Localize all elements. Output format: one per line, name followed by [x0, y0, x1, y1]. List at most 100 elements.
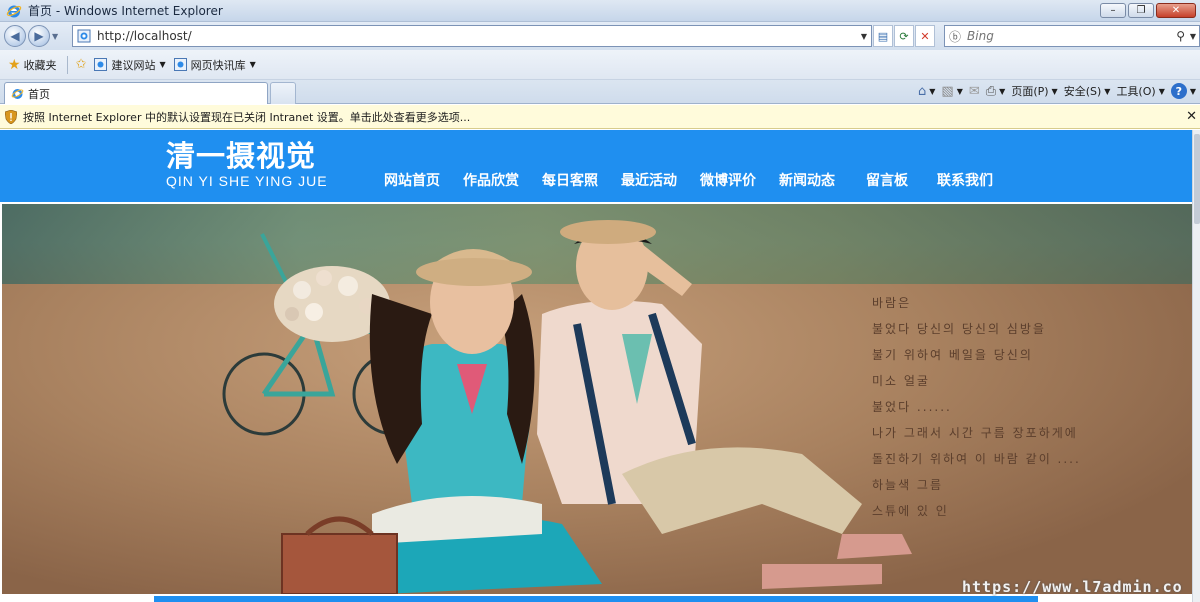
back-button[interactable]: ◀	[4, 25, 26, 47]
chevron-down-icon: ▼	[999, 86, 1006, 96]
favorites-link-label: 建议网站	[111, 58, 156, 72]
chevron-down-icon: ▼	[1051, 86, 1058, 96]
stop-button[interactable]: ✕	[915, 25, 935, 47]
chevron-down-icon: ▼	[1158, 86, 1165, 96]
back-arrow-icon: ◀	[10, 29, 20, 43]
poem-line: 돌진하기 위하여 이 바람 같이 ....	[872, 452, 1081, 466]
content-bottom-strip	[154, 596, 1038, 602]
poem-line: 바람은	[872, 296, 912, 310]
site-header: 清一摄视觉 QIN YI SHE YING JUE 网站首页 作品欣赏 每日客照…	[0, 130, 1192, 202]
favorites-link-web-slice-gallery[interactable]: 网页快讯库 ▼	[173, 57, 256, 73]
nav-weibo-reviews[interactable]: 微博评价	[700, 170, 756, 190]
poem-line: 불었다 ......	[872, 400, 952, 414]
chevron-down-icon: ▼	[1189, 86, 1196, 96]
home-button[interactable]: ⌂ ▼	[918, 84, 935, 99]
search-options-dropdown[interactable]: ▼	[1190, 32, 1196, 41]
page-icon	[77, 29, 91, 43]
tools-menu[interactable]: 工具(O) ▼	[1116, 83, 1164, 99]
forward-button[interactable]: ▶	[28, 25, 50, 47]
poem-line: 스튜에 있 인	[872, 504, 949, 518]
search-icon[interactable]: ⚲	[1176, 29, 1185, 43]
vertical-scrollbar[interactable]	[1192, 130, 1200, 602]
chevron-down-icon: ▼	[249, 60, 256, 69]
address-dropdown-icon[interactable]: ▼	[861, 32, 867, 41]
address-row: ◀ ▶ ▼ http://localhost/ ▼ ▤ ⟳ ✕ ⓑ ⚲ ▼	[0, 22, 1200, 50]
page-menu[interactable]: 页面(P) ▼	[1011, 83, 1057, 99]
close-window-button[interactable]: ✕	[1156, 3, 1196, 18]
page-menu-label: 页面(P)	[1011, 85, 1049, 98]
add-to-favorites-icon[interactable]: ✩	[76, 57, 87, 72]
help-icon: ?	[1170, 83, 1187, 99]
nav-daily-clients[interactable]: 每日客照	[542, 170, 598, 190]
close-information-bar-icon[interactable]: ✕	[1186, 109, 1197, 124]
chevron-down-icon: ▼	[1104, 86, 1111, 96]
window-controls: – ❐ ✕	[1100, 3, 1196, 18]
poem-line: 나가 그래서 시간 구름 장포하게에	[872, 426, 1078, 440]
site-navigation: 网站首页 作品欣赏 每日客照 最近活动 微博评价 新闻动态 留言板 联系我们	[384, 170, 1016, 190]
poem-line: 불기 위하여 베일을 당신의	[872, 348, 1033, 362]
logo-english: QIN YI SHE YING JUE	[166, 173, 328, 189]
boy-illustration	[537, 220, 912, 589]
tools-menu-label: 工具(O)	[1116, 85, 1156, 98]
print-button[interactable]: ⎙ ▼	[986, 84, 1006, 99]
favorites-star-icon: ★	[8, 56, 21, 73]
shield-icon	[5, 109, 17, 124]
page-content: 清一摄视觉 QIN YI SHE YING JUE 网站首页 作品欣赏 每日客照…	[0, 130, 1200, 602]
favorites-divider	[66, 55, 68, 74]
favorites-link-label: 网页快讯库	[190, 58, 246, 72]
favorites-button[interactable]: ★ 收藏夹	[8, 57, 57, 73]
new-tab-button[interactable]	[270, 82, 296, 104]
ie-page-icon	[173, 58, 187, 71]
close-icon: ✕	[1171, 4, 1181, 16]
minimize-button[interactable]: –	[1100, 3, 1126, 18]
print-icon: ⎙	[985, 83, 997, 99]
nav-contact[interactable]: 联系我们	[937, 170, 993, 190]
stop-icon: ✕	[920, 29, 930, 43]
safety-menu[interactable]: 安全(S) ▼	[1064, 83, 1111, 99]
poem-line: 미소 얼굴	[872, 374, 930, 388]
command-bar: ⌂ ▼ ▧ ▼ ✉ ⎙ ▼ 页面(P) ▼ 安全(S) ▼ 工具(O) ▼ ? ▼	[918, 83, 1196, 99]
information-bar-message: 按照 Internet Explorer 中的默认设置现在已关闭 Intrane…	[23, 110, 471, 124]
favorites-label: 收藏夹	[23, 58, 57, 72]
tab-row: 首页 ⌂ ▼ ▧ ▼ ✉ ⎙ ▼ 页面(P) ▼ 安全(S) ▼ 工具(O) ▼ ? ▼	[0, 80, 1200, 104]
ie-logo-icon	[6, 5, 22, 17]
safety-menu-label: 安全(S)	[1063, 85, 1102, 98]
mail-icon: ✉	[968, 83, 980, 99]
restore-button[interactable]: ❐	[1128, 3, 1154, 18]
poem-line: 하늘색 그름	[872, 478, 944, 492]
ie-page-icon	[94, 58, 108, 71]
compatibility-icon: ▤	[877, 29, 889, 43]
address-bar[interactable]: http://localhost/ ▼	[72, 25, 872, 47]
tab-home[interactable]: 首页	[4, 82, 268, 104]
nav-works[interactable]: 作品欣赏	[463, 170, 519, 190]
nav-home[interactable]: 网站首页	[384, 170, 440, 190]
address-tools: ▤ ⟳ ✕	[873, 25, 935, 47]
nav-recent-events[interactable]: 最近活动	[621, 170, 677, 190]
title-bar: 首页 - Windows Internet Explorer – ❐ ✕	[0, 0, 1200, 22]
refresh-button[interactable]: ⟳	[894, 25, 914, 47]
address-url[interactable]: http://localhost/	[97, 29, 192, 43]
recent-pages-dropdown[interactable]: ▼	[52, 32, 62, 41]
refresh-icon: ⟳	[899, 29, 909, 43]
chevron-down-icon: ▼	[929, 86, 936, 96]
forward-arrow-icon: ▶	[34, 29, 44, 43]
feeds-button[interactable]: ▧ ▼	[941, 84, 962, 99]
bing-icon: ⓑ	[949, 29, 962, 44]
scrollbar-thumb[interactable]	[1194, 134, 1200, 224]
site-logo[interactable]: 清一摄视觉 QIN YI SHE YING JUE	[166, 140, 328, 189]
search-input[interactable]	[967, 29, 1168, 43]
minimize-icon: –	[1110, 4, 1116, 16]
logo-chinese: 清一摄视觉	[166, 139, 317, 173]
search-box[interactable]: ⓑ ⚲ ▼	[944, 25, 1200, 47]
tab-label: 首页	[28, 87, 50, 101]
favorites-link-suggested-sites[interactable]: 建议网站 ▼	[94, 57, 166, 73]
read-mail-button[interactable]: ✉	[969, 84, 980, 99]
nav-guestbook[interactable]: 留言板	[866, 170, 908, 190]
compatibility-view-button[interactable]: ▤	[873, 25, 893, 47]
banner-poem: 바람은 불었다 당신의 당신의 심방을 불기 위하여 베일을 당신의 미소 얼굴…	[872, 290, 1081, 524]
favorites-bar: ★ 收藏夹 ✩ 建议网站 ▼ 网页快讯库 ▼	[0, 50, 1200, 80]
watermark-text: https://www.l7admin.co	[962, 578, 1183, 596]
nav-news[interactable]: 新闻动态	[779, 170, 835, 190]
help-menu[interactable]: ? ▼	[1170, 83, 1196, 99]
information-bar[interactable]: 按照 Internet Explorer 中的默认设置现在已关闭 Intrane…	[0, 105, 1200, 129]
